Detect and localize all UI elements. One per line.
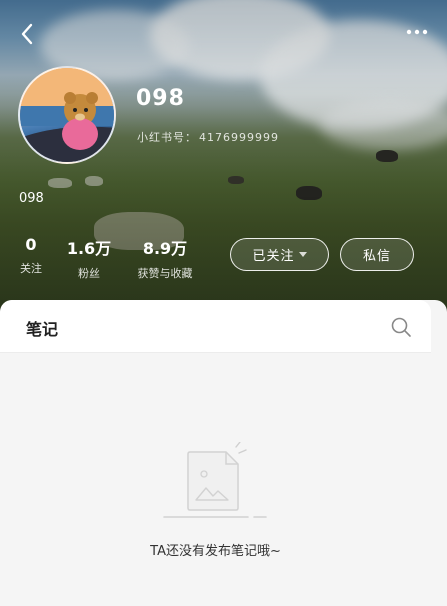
message-button[interactable]: 私信	[340, 238, 414, 271]
followed-button-label: 已关注	[252, 249, 295, 264]
stat-followers[interactable]: 1.6万 粉丝	[64, 235, 114, 281]
caret-down-icon	[298, 252, 307, 257]
stat-likes-label: 获赞与收藏	[137, 267, 193, 280]
notes-tab-bar: 笔记	[0, 300, 431, 353]
stat-following-label: 关注	[20, 262, 42, 275]
tab-notes[interactable]: 笔记	[26, 316, 58, 340]
chevron-left-icon[interactable]	[14, 20, 42, 48]
followed-button[interactable]: 已关注	[230, 238, 329, 271]
empty-document-icon	[160, 441, 270, 524]
stat-following[interactable]: 0 关注	[16, 235, 46, 276]
stat-following-value: 0	[25, 235, 37, 254]
red-id-label: 小红书号：	[137, 131, 197, 144]
red-id-value: 4176999999	[199, 131, 279, 144]
stat-likes-value: 8.9万	[142, 239, 188, 258]
stat-likes[interactable]: 8.9万 获赞与收藏	[130, 235, 200, 281]
profile-header-background: 098 小红书号： 4176999999 098 0 关注 1.6万 粉丝 8.9…	[0, 0, 447, 312]
empty-state-text: TA还没有发布笔记哦~	[150, 544, 281, 559]
message-button-label: 私信	[362, 249, 391, 264]
profile-nickname: 098	[136, 86, 185, 111]
search-icon[interactable]	[390, 316, 412, 338]
profile-red-id[interactable]: 小红书号： 4176999999	[137, 129, 281, 145]
stat-followers-label: 粉丝	[78, 267, 100, 280]
stat-followers-value: 1.6万	[66, 239, 112, 258]
avatar[interactable]	[18, 66, 116, 164]
more-dots-icon[interactable]	[401, 20, 433, 44]
profile-bio: 098	[19, 191, 44, 206]
notes-sheet: 笔记 TA还没有发布笔记哦~	[0, 300, 447, 606]
